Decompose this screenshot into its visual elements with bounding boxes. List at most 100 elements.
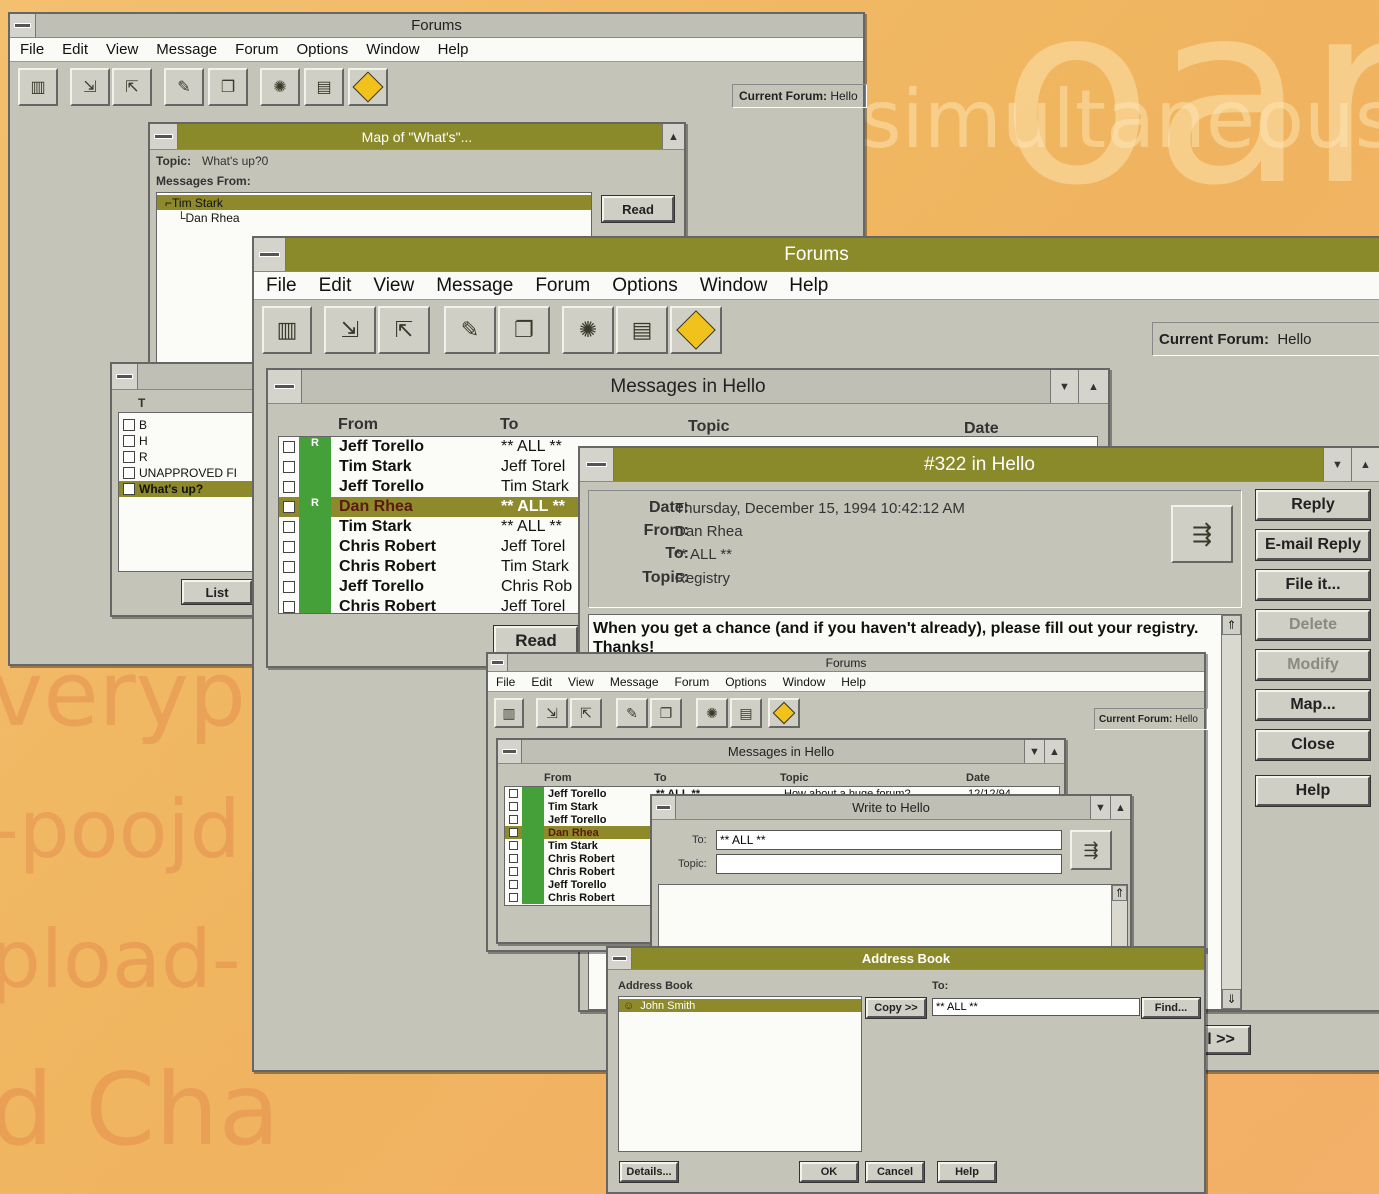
map-button[interactable]: Map... — [1256, 690, 1370, 720]
column-to[interactable]: To — [654, 772, 667, 784]
scroll-up-icon[interactable]: ⇑ — [1112, 885, 1127, 901]
copy-button[interactable]: Copy >> — [866, 998, 926, 1018]
forum-people-icon[interactable]: ✺ — [562, 306, 614, 354]
read-button[interactable]: Read — [602, 196, 674, 222]
cancel-button[interactable]: Cancel — [866, 1162, 924, 1182]
file-it-button[interactable]: File it... — [1256, 570, 1370, 600]
title-bar[interactable]: Forums — [488, 654, 1204, 672]
column-date[interactable]: Date — [966, 772, 990, 784]
help-diamond-icon[interactable] — [348, 68, 388, 106]
column-topic[interactable]: Topic — [780, 772, 809, 784]
inbox-icon[interactable]: ⇲ — [324, 306, 376, 354]
address-book-icon[interactable]: ⇶ — [1070, 830, 1112, 870]
minimize-icon[interactable]: ▼ — [1050, 370, 1078, 403]
menu-window[interactable]: Window — [700, 275, 768, 297]
menu-help[interactable]: Help — [438, 41, 469, 58]
menu-options[interactable]: Options — [725, 675, 766, 689]
find-button[interactable]: Find... — [1142, 998, 1200, 1018]
menu-view[interactable]: View — [568, 675, 594, 689]
menu-edit[interactable]: Edit — [531, 675, 552, 689]
forum-people-icon[interactable]: ✺ — [696, 698, 728, 728]
menu-options[interactable]: Options — [297, 41, 349, 58]
help-diamond-icon[interactable] — [670, 306, 722, 354]
title-bar[interactable] — [112, 364, 258, 390]
scroll-up-icon[interactable]: ⇑ — [1222, 615, 1241, 635]
minimize-icon[interactable]: ▼ — [1323, 448, 1351, 481]
topic-list[interactable]: B H R UNAPPROVED FI What's up? — [118, 412, 258, 572]
delete-button[interactable]: Delete — [1256, 610, 1370, 640]
title-bar[interactable]: Messages in Hello ▼ ▲ — [498, 740, 1064, 764]
title-bar[interactable]: Forums — [254, 238, 1379, 272]
outbox-icon[interactable]: ⇱ — [112, 68, 152, 106]
system-menu-button[interactable] — [150, 124, 178, 149]
email-reply-button[interactable]: E-mail Reply — [1256, 530, 1370, 560]
vertical-scrollbar[interactable]: ⇑ ⇓ — [1221, 615, 1241, 1009]
menu-file[interactable]: File — [496, 675, 515, 689]
list-item[interactable]: UNAPPROVED FI — [119, 465, 257, 481]
menu-window[interactable]: Window — [366, 41, 419, 58]
list-item[interactable]: B — [119, 417, 257, 433]
menu-message[interactable]: Message — [436, 275, 513, 297]
system-menu-button[interactable] — [10, 14, 36, 37]
inbox-icon[interactable]: ⇲ — [536, 698, 568, 728]
reply-button[interactable]: Reply — [1256, 490, 1370, 520]
maximize-icon[interactable]: ▲ — [662, 124, 684, 149]
maximize-icon[interactable]: ▲ — [1044, 740, 1064, 763]
ok-button[interactable]: OK — [800, 1162, 858, 1182]
stack-icon[interactable]: ▤ — [304, 68, 344, 106]
menu-message[interactable]: Message — [156, 41, 217, 58]
title-bar[interactable]: #322 in Hello ▼ ▲ — [580, 448, 1379, 482]
minimize-icon[interactable]: ▼ — [1024, 740, 1044, 763]
title-bar[interactable]: Forums — [10, 14, 863, 38]
list-item[interactable]: H — [119, 433, 257, 449]
menu-edit[interactable]: Edit — [319, 275, 352, 297]
column-from[interactable]: From — [544, 772, 572, 784]
menu-forum[interactable]: Forum — [235, 41, 278, 58]
menu-view[interactable]: View — [373, 275, 414, 297]
help-button[interactable]: Help — [1256, 776, 1370, 806]
system-menu-button[interactable] — [112, 364, 138, 389]
menu-edit[interactable]: Edit — [62, 41, 88, 58]
list-button[interactable]: List — [182, 580, 252, 604]
column-to[interactable]: To — [500, 416, 518, 434]
to-field[interactable]: ** ALL ** — [716, 830, 1062, 850]
outbox-icon[interactable]: ⇱ — [378, 306, 430, 354]
title-bar[interactable]: Messages in Hello ▼ ▲ — [268, 370, 1108, 404]
menu-window[interactable]: Window — [783, 675, 826, 689]
list-item[interactable]: R — [119, 449, 257, 465]
list-item[interactable]: ☺ John Smith — [619, 999, 861, 1012]
help-diamond-icon[interactable] — [768, 698, 800, 728]
help-button[interactable]: Help — [938, 1162, 996, 1182]
file-cabinet-icon[interactable]: ▥ — [262, 306, 312, 354]
address-list[interactable]: ☺ John Smith — [618, 996, 862, 1152]
system-menu-button[interactable] — [488, 654, 508, 671]
menu-options[interactable]: Options — [612, 275, 677, 297]
title-bar[interactable]: Map of "What's"... ▲ — [150, 124, 684, 150]
system-menu-button[interactable] — [652, 796, 676, 819]
file-cabinet-icon[interactable]: ▥ — [494, 698, 524, 728]
column-from[interactable]: From — [338, 416, 378, 434]
title-bar[interactable]: Write to Hello ▼ ▲ — [652, 796, 1130, 820]
forum-people-icon[interactable]: ✺ — [260, 68, 300, 106]
menu-help[interactable]: Help — [789, 275, 828, 297]
page-icon[interactable]: ❐ — [498, 306, 550, 354]
pen-icon[interactable]: ✎ — [164, 68, 204, 106]
maximize-icon[interactable]: ▲ — [1110, 796, 1130, 819]
pen-icon[interactable]: ✎ — [444, 306, 496, 354]
pen-icon[interactable]: ✎ — [616, 698, 648, 728]
details-button[interactable]: Details... — [620, 1162, 678, 1182]
title-bar[interactable]: Address Book — [608, 948, 1204, 970]
minimize-icon[interactable]: ▼ — [1090, 796, 1110, 819]
page-icon[interactable]: ❐ — [650, 698, 682, 728]
menu-forum[interactable]: Forum — [675, 675, 710, 689]
system-menu-button[interactable] — [254, 238, 286, 271]
menu-file[interactable]: File — [20, 41, 44, 58]
menu-help[interactable]: Help — [841, 675, 866, 689]
list-item[interactable]: What's up? — [119, 481, 257, 497]
menu-view[interactable]: View — [106, 41, 138, 58]
modify-button[interactable]: Modify — [1256, 650, 1370, 680]
scroll-down-icon[interactable]: ⇓ — [1222, 989, 1241, 1009]
stack-icon[interactable]: ▤ — [730, 698, 762, 728]
address-book-icon[interactable]: ⇶ — [1171, 505, 1233, 563]
menu-forum[interactable]: Forum — [535, 275, 590, 297]
